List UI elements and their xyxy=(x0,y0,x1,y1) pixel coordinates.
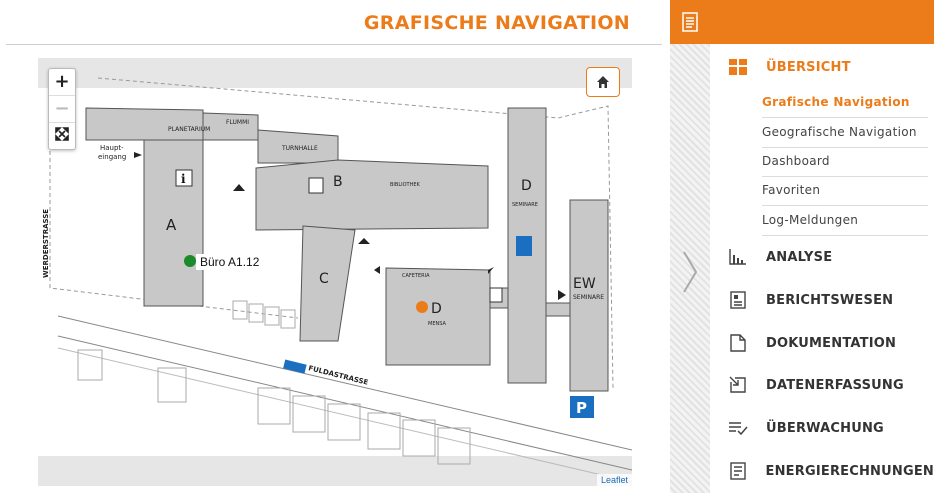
label-eingang: eingang xyxy=(98,153,126,161)
floor-plan-map[interactable]: PLANETARIUM FLUMMI TURNHALLE BIBLIOTHEK … xyxy=(38,58,632,486)
submenu-log-meldungen[interactable]: Log-Meldungen xyxy=(762,206,928,236)
fullscreen-icon xyxy=(55,127,69,141)
submenu-favoriten[interactable]: Favoriten xyxy=(762,176,928,206)
label-building-d: D xyxy=(431,301,442,317)
submenu-dashboard[interactable]: Dashboard xyxy=(762,147,928,177)
page-title: GRAFISCHE NAVIGATION xyxy=(363,12,630,34)
menu-item-label: ENERGIERECHNUNGEN xyxy=(765,463,934,479)
report-icon xyxy=(730,291,746,309)
floor-plan-svg: PLANETARIUM FLUMMI TURNHALLE BIBLIOTHEK … xyxy=(38,77,632,483)
menu-item-berichtswesen[interactable]: BERICHTSWESEN xyxy=(710,280,934,320)
label-mensa: MENSA xyxy=(428,321,446,327)
room-marker-green[interactable] xyxy=(184,255,196,267)
parking-label: P xyxy=(576,399,587,417)
label-building-d-top: D xyxy=(521,178,532,194)
title-bar: GRAFISCHE NAVIGATION xyxy=(0,0,660,44)
sidebar-header-button[interactable] xyxy=(670,0,710,44)
label-planetarium: PLANETARIUM xyxy=(168,126,210,133)
map-attribution[interactable]: Leaflet xyxy=(596,474,632,486)
sidebar-header xyxy=(670,0,934,44)
label-building-ew: EW xyxy=(573,276,596,292)
invoice-icon xyxy=(730,462,746,480)
menu-item-label: BERICHTSWESEN xyxy=(766,292,894,308)
lift-icon-2 xyxy=(489,287,503,303)
menu-item-ueberwachung[interactable]: ÜBERWACHUNG xyxy=(710,408,934,448)
menu-item-label: ÜBERWACHUNG xyxy=(766,420,884,436)
menu-item-label: DATENERFASSUNG xyxy=(766,377,904,393)
sidebar-menu: ÜBERSICHT Grafische Navigation Geografis… xyxy=(710,44,934,493)
report-list-icon xyxy=(682,12,698,32)
home-icon xyxy=(597,76,609,88)
menu-item-label: ANALYSE xyxy=(766,249,833,265)
label-bibliothek: BIBLIOTHEK xyxy=(390,182,421,188)
lift-icon xyxy=(308,177,324,194)
document-icon xyxy=(730,334,746,352)
menu-item-datenerfassung[interactable]: DATENERFASSUNG xyxy=(710,365,934,405)
menu-item-uebersicht[interactable]: ÜBERSICHT xyxy=(710,47,934,87)
zoom-control: + − xyxy=(48,68,76,150)
label-cafeteria: CAFETERIA xyxy=(402,273,430,279)
fullscreen-button[interactable] xyxy=(49,123,75,149)
menu-item-label: ÜBERSICHT xyxy=(766,59,851,75)
title-divider xyxy=(6,44,662,45)
label-flummi: FLUMMI xyxy=(226,119,249,126)
dashboard-grid-icon xyxy=(729,59,747,75)
menu-item-energierechnungen[interactable]: ENERGIERECHNUNGEN xyxy=(710,451,934,491)
label-building-b: B xyxy=(333,174,343,190)
room-label: Büro A1.12 xyxy=(196,254,264,270)
menu-item-dokumentation[interactable]: DOKUMENTATION xyxy=(710,323,934,363)
data-entry-icon xyxy=(729,376,746,393)
submenu-grafische-navigation[interactable]: Grafische Navigation xyxy=(762,88,928,118)
home-button[interactable] xyxy=(586,67,620,97)
bar-chart-icon xyxy=(729,249,746,265)
svg-text:i: i xyxy=(181,172,186,186)
zoom-out-button[interactable]: − xyxy=(49,96,75,123)
label-haupt: Haupt- xyxy=(100,144,124,152)
label-werderstrasse: WERDERSTRASSE xyxy=(42,209,50,278)
label-seminare-d: SEMINARE xyxy=(512,202,538,208)
room-marker-orange[interactable] xyxy=(416,301,428,313)
checklist-icon xyxy=(729,422,748,436)
label-building-a: A xyxy=(166,216,177,234)
menu-item-label: DOKUMENTATION xyxy=(766,335,897,351)
label-building-c: C xyxy=(319,271,329,287)
label-seminare-ew: SEMINARE xyxy=(573,294,604,301)
label-turnhalle: TURNHALLE xyxy=(281,145,318,152)
accessible-parking-icon xyxy=(516,236,532,256)
zoom-in-button[interactable]: + xyxy=(49,69,75,96)
submenu-geografische-navigation[interactable]: Geografische Navigation xyxy=(762,118,928,148)
menu-item-analyse[interactable]: ANALYSE xyxy=(710,237,934,277)
chevron-right-icon[interactable] xyxy=(678,250,702,294)
